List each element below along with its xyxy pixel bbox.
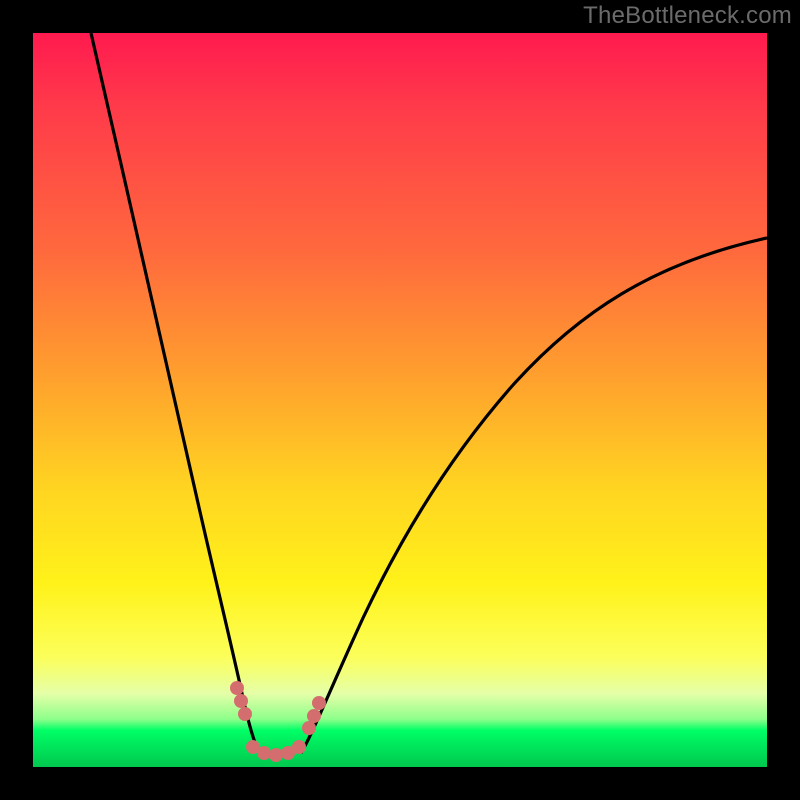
watermark-text: TheBottleneck.com <box>583 2 792 30</box>
trough-dots <box>230 681 326 762</box>
chart-frame: TheBottleneck.com <box>0 0 800 800</box>
right-arm-path <box>301 238 767 753</box>
left-arm-path <box>91 33 260 753</box>
plot-area <box>33 33 767 767</box>
curve-layer <box>33 33 767 767</box>
